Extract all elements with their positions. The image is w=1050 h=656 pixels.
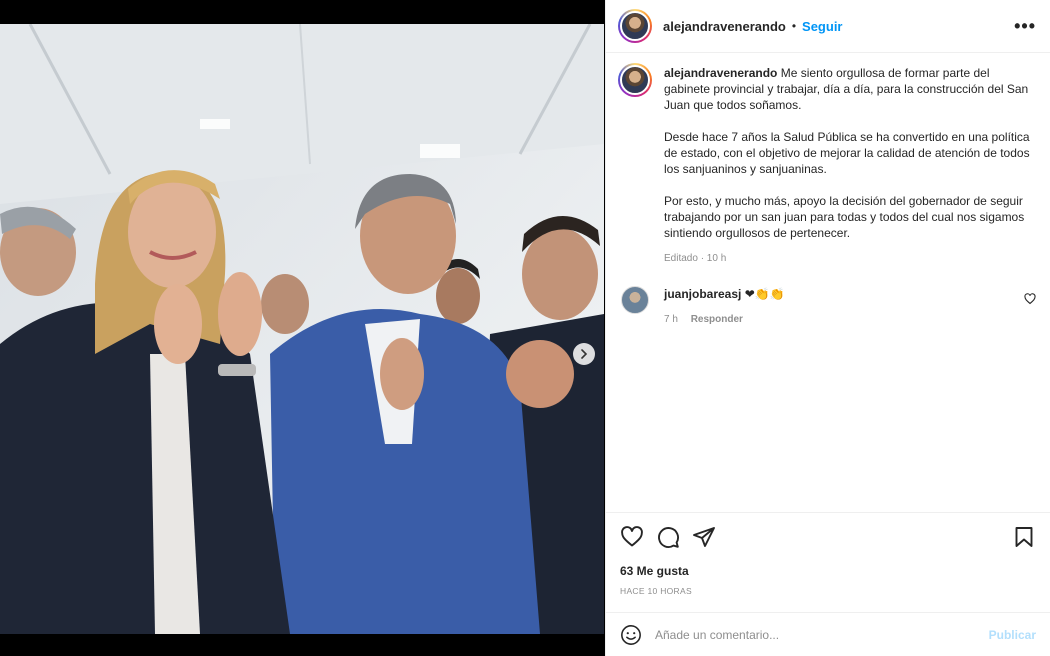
likes-count[interactable]: 63 Me gusta	[620, 564, 1036, 578]
post-header: alejandravenerando • Seguir •••	[606, 0, 1050, 53]
commenter-username[interactable]: juanjobareasj	[664, 287, 741, 301]
comment-button[interactable]	[656, 525, 680, 549]
author-avatar[interactable]	[618, 9, 652, 43]
follow-button[interactable]: Seguir	[802, 19, 842, 34]
comment-text: ❤👏👏	[744, 287, 785, 301]
author-username[interactable]: alejandravenerando	[663, 19, 786, 34]
share-button[interactable]	[692, 525, 716, 549]
post-photo[interactable]	[0, 24, 604, 634]
header-separator: •	[791, 19, 797, 33]
comment-age: 7 h	[664, 314, 678, 325]
save-button[interactable]	[1012, 525, 1036, 549]
emoji-button[interactable]	[620, 624, 642, 646]
chevron-right-icon	[581, 349, 588, 359]
comment-composer: Publicar	[606, 612, 1050, 656]
comment-input[interactable]	[655, 627, 989, 642]
next-slide-button[interactable]	[573, 343, 595, 365]
commenter-avatar[interactable]	[621, 286, 649, 314]
comments-area[interactable]: alejandravenerando Me siento orgullosa d…	[606, 53, 1050, 512]
post-timestamp: HACE 10 HORAS	[620, 586, 692, 596]
reply-button[interactable]: Responder	[691, 314, 743, 325]
share-icon	[693, 527, 715, 547]
action-bar	[620, 523, 1036, 551]
photo-scene	[0, 24, 604, 634]
post-caption: alejandravenerando Me siento orgullosa d…	[618, 63, 1036, 267]
publish-button[interactable]: Publicar	[989, 628, 1036, 642]
emoji-icon	[621, 624, 641, 645]
caption-paragraph-2: Desde hace 7 años la Salud Pública se ha…	[664, 130, 1030, 176]
caption-meta: Editado · 10 h	[664, 253, 727, 264]
more-options-icon[interactable]: •••	[1014, 17, 1036, 35]
bookmark-icon	[1015, 527, 1033, 547]
caption-paragraph-3: Por esto, y mucho más, apoyo la decisión…	[664, 194, 1025, 240]
comment-item: juanjobareasj ❤👏👏 7 h Responder	[618, 286, 1036, 325]
like-button[interactable]	[620, 525, 644, 549]
post-side-panel: alejandravenerando • Seguir ••• alejandr…	[605, 0, 1050, 656]
heart-icon	[621, 526, 643, 547]
caption-username[interactable]: alejandravenerando	[664, 66, 777, 80]
comment-icon	[658, 527, 679, 548]
caption-author-avatar[interactable]	[618, 63, 652, 97]
comment-like-icon[interactable]	[1024, 293, 1036, 305]
post-actions-section: 63 Me gusta HACE 10 HORAS	[606, 512, 1050, 611]
